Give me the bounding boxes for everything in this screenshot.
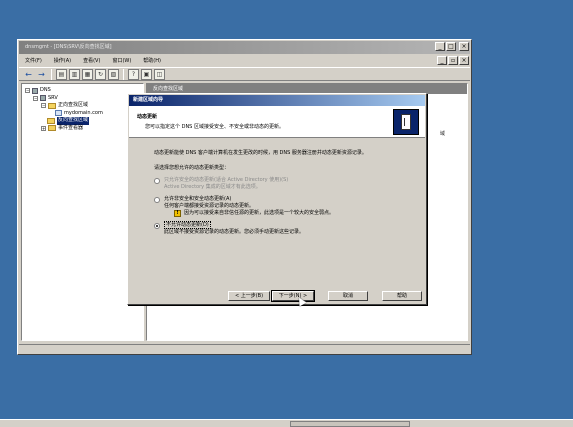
menu-action[interactable]: 操作(A) (54, 57, 71, 64)
maximize-button[interactable]: □ (446, 42, 456, 51)
radio-no-dynamic-updates[interactable] (154, 223, 160, 229)
tree-node-label: mydomain.com (64, 109, 103, 116)
prompt-text: 请选择您想允许的动态更新类型： (154, 165, 230, 171)
tree-node-forward-zones[interactable]: − 正向查找区域 (25, 102, 140, 110)
tree-node-server[interactable]: − SRV (25, 95, 140, 103)
dns-icon (32, 87, 38, 94)
taskbar-item[interactable] (290, 421, 410, 427)
window-title: dnsmgmt - [DNS\SRV\反向查找区域] (19, 41, 470, 54)
menu-view[interactable]: 查看(V) (83, 57, 100, 64)
tree-node-label: SRV (48, 94, 58, 101)
child-restore-button[interactable]: ▫ (448, 56, 458, 65)
folder-icon (48, 125, 56, 132)
server-icon (40, 95, 46, 102)
option-secure-only[interactable]: 只允许安全的动态更新(适合 Active Directory 使用)(S) Ac… (154, 177, 416, 191)
tree-node-mydomain[interactable]: mydomain.com (25, 110, 140, 118)
close-button[interactable]: × (459, 42, 469, 51)
warning-text: 因为可以接受来自非信任源的更新，此选项是一个较大的安全弱点。 (184, 210, 335, 216)
new-zone-wizard-dialog: 新建区域向导 动态更新 您可以指定这个 DNS 区域接受安全、不安全或非动态的更… (127, 93, 427, 305)
intro-text: 动态更新能使 DNS 客户端计算机在发生更改的时候，用 DNS 服务器注册并动态… (154, 150, 367, 156)
console-tree: − DNS − SRV − 正向查找区域 mydomain.com 反向查找区域… (21, 83, 144, 341)
toolbar-separator (123, 68, 124, 80)
warning-row: ! 因为可以接受来自非信任源的更新，此选项是一个较大的安全弱点。 (174, 210, 334, 217)
up-folder-icon[interactable]: ▤ (56, 68, 67, 80)
tree-node-label: 正向查找区域 (58, 102, 89, 108)
forward-arrow-icon[interactable]: → (36, 69, 47, 80)
zone-toolbar-icon[interactable]: ◫ (154, 68, 165, 80)
option-label: 只允许安全的动态更新(适合 Active Directory 使用)(S) (164, 177, 289, 183)
option-no-dynamic-updates[interactable]: 不允许动态更新(D) 此区域不接受资源记录的动态更新。您必须手动更新这些记录。 (154, 221, 416, 236)
help-button[interactable]: 帮助 (382, 291, 422, 301)
minimize-button[interactable]: _ (435, 42, 445, 51)
details-text: 域 (439, 131, 445, 137)
tree-node-label: 反向查找区域 (57, 117, 90, 125)
status-bar (19, 344, 470, 353)
collapse-icon[interactable]: − (33, 95, 38, 101)
tree-node-dns[interactable]: − DNS (25, 87, 140, 95)
back-button[interactable]: < 上一步(B) (228, 291, 270, 301)
wizard-buttons: < 上一步(B) 下一步(N) > 取消 帮助 (228, 290, 422, 302)
back-arrow-icon[interactable]: ← (23, 69, 34, 80)
child-close-button[interactable]: × (459, 56, 469, 65)
show-tree-icon[interactable]: ▥ (69, 68, 80, 80)
dialog-title: 新建区域向导 (129, 95, 425, 106)
collapse-icon[interactable]: − (41, 103, 46, 109)
tree-node-event-viewer[interactable]: + 事件查看器 (25, 125, 140, 133)
wizard-step-subtitle: 您可以指定这个 DNS 区域接受安全、不安全或非动态的更新。 (145, 124, 284, 130)
zone-icon (55, 110, 62, 117)
tree-node-reverse-zones[interactable]: 反向查找区域 (25, 117, 140, 125)
menu-window[interactable]: 窗口(W) (112, 57, 131, 64)
menu-file[interactable]: 文件(F) (25, 57, 42, 64)
collapse-icon[interactable]: − (25, 88, 30, 94)
menu-help[interactable]: 帮助(H) (143, 57, 161, 64)
option-label: 允许非安全和安全动态更新(A) (164, 196, 232, 202)
radio-nonsecure-and-secure[interactable] (154, 197, 160, 203)
child-window-controls: _ ▫ × (437, 56, 469, 65)
warning-icon: ! (174, 210, 181, 217)
toolbar: ← → ▤ ▥ ▦ ↻ ▧ ? ▣ ◫ (19, 67, 470, 81)
help-icon[interactable]: ? (128, 68, 139, 80)
expand-icon[interactable]: + (41, 125, 46, 131)
option-desc: 任何客户端都接受资源记录的动态更新。 (164, 203, 255, 209)
tree-node-label: 事件查看器 (58, 124, 84, 131)
window-controls: _ □ × (435, 42, 469, 51)
refresh-icon[interactable]: ↻ (95, 68, 106, 80)
folder-icon (48, 102, 56, 109)
cancel-button[interactable]: 取消 (328, 291, 368, 301)
child-minimize-button[interactable]: _ (437, 56, 447, 65)
wizard-body: 动态更新能使 DNS 客户端计算机在发生更改的时候，用 DNS 服务器注册并动态… (154, 150, 416, 236)
menu-bar: 文件(F) 操作(A) 查看(V) 窗口(W) 帮助(H) (19, 55, 470, 66)
folder-icon (47, 117, 55, 124)
wizard-header-icon (393, 109, 419, 135)
export-list-icon[interactable]: ▧ (108, 68, 119, 80)
wizard-header: 动态更新 您可以指定这个 DNS 区域接受安全、不安全或非动态的更新。 (129, 106, 425, 138)
server-toolbar-icon[interactable]: ▣ (141, 68, 152, 80)
properties-icon[interactable]: ▦ (82, 68, 93, 80)
toolbar-separator (51, 68, 52, 80)
wizard-step-title: 动态更新 (137, 114, 158, 120)
tree-node-label: DNS (40, 87, 51, 93)
option-label: 不允许动态更新(D) (164, 221, 211, 229)
radio-secure-only[interactable] (154, 178, 160, 184)
option-desc: Active Directory 集成的区域才有此选项。 (164, 184, 261, 190)
next-button[interactable]: 下一步(N) > (271, 290, 315, 302)
option-desc: 此区域不接受资源记录的动态更新。您必须手动更新这些记录。 (164, 229, 305, 235)
taskbar (0, 419, 573, 427)
option-nonsecure-and-secure[interactable]: 允许非安全和安全动态更新(A) 任何客户端都接受资源记录的动态更新。 ! 因为可… (154, 196, 416, 217)
